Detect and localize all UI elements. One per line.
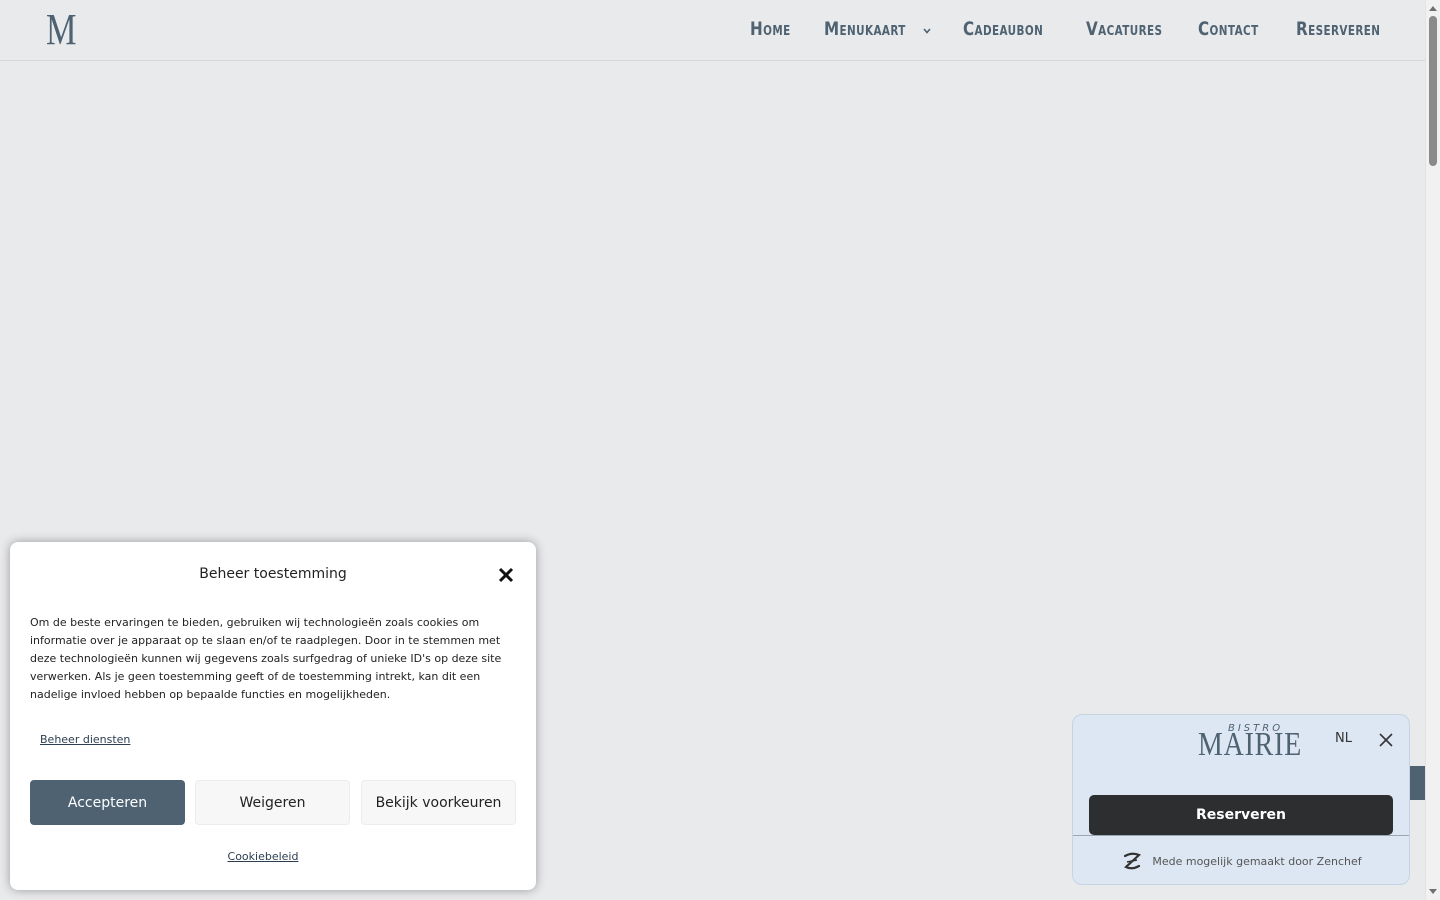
zenchef-icon <box>1124 852 1142 870</box>
cookie-policy-link[interactable]: Cookiebeleid <box>10 850 516 863</box>
nav-contact[interactable]: Contact <box>1198 16 1259 42</box>
page-scrollbar[interactable] <box>1425 0 1440 900</box>
chevron-down-icon[interactable] <box>923 27 931 35</box>
cookie-consent-dialog: Beheer toestemming Om de beste ervaringe… <box>10 542 536 890</box>
nav-menukaart[interactable]: Menukaart <box>824 16 906 42</box>
accept-button[interactable]: Accepteren <box>30 780 185 825</box>
manage-services-link[interactable]: Beheer diensten <box>40 733 130 746</box>
language-selector[interactable]: NL <box>1335 731 1352 746</box>
site-logo[interactable]: M <box>46 8 77 52</box>
widget-footer: Mede mogelijk gemaakt door Zenchef <box>1073 851 1409 871</box>
widget-reserve-button[interactable]: Reserveren <box>1089 795 1393 835</box>
widget-divider <box>1073 835 1409 836</box>
scroll-thumb[interactable] <box>1429 16 1437 166</box>
scroll-up-arrow-icon[interactable] <box>1429 6 1437 11</box>
nav-reserveren[interactable]: Reserveren <box>1296 16 1380 42</box>
site-header: M Home Menukaart Cadeaubon Vacatures Con… <box>0 0 1425 61</box>
nav-cadeaubon[interactable]: Cadeaubon <box>963 16 1043 42</box>
zenchef-widget: BISTRO MAIRIE NL Reserveren Mede mogelij… <box>1072 714 1410 885</box>
logo-big-text: MAIRIE <box>1198 726 1303 763</box>
powered-by-text[interactable]: Mede mogelijk gemaakt door Zenchef <box>1152 855 1361 868</box>
deny-button[interactable]: Weigeren <box>195 780 350 825</box>
cookie-message: Om de beste ervaringen te bieden, gebrui… <box>30 616 502 701</box>
close-icon[interactable] <box>497 566 515 584</box>
nav-home[interactable]: Home <box>750 16 791 42</box>
view-preferences-button[interactable]: Bekijk voorkeuren <box>361 780 516 825</box>
scroll-down-arrow-icon[interactable] <box>1429 889 1437 894</box>
bistro-mairie-logo: BISTRO MAIRIE <box>1198 723 1301 763</box>
nav-vacatures[interactable]: Vacatures <box>1086 16 1162 42</box>
cookie-title: Beheer toestemming <box>199 566 347 582</box>
close-icon[interactable] <box>1379 733 1393 747</box>
